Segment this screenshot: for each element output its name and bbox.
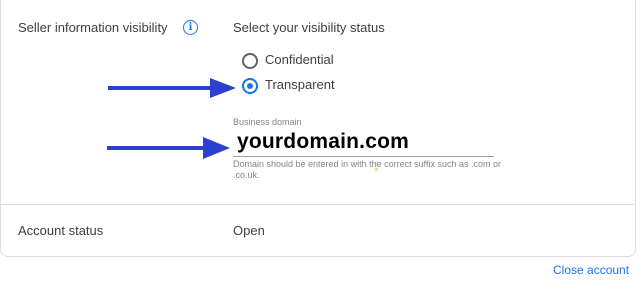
account-status-value: Open [233,223,265,238]
business-domain-helper-text: Domain should be entered in with the cor… [233,159,501,180]
seller-visibility-label: Seller information visibility [18,20,168,35]
annotation-arrow-icon [107,137,230,159]
row-divider [0,204,634,205]
info-icon[interactable]: i [183,20,198,35]
radio-label-transparent[interactable]: Transparent [265,77,335,92]
annotation-arrow-icon [108,78,236,98]
radio-button-transparent[interactable] [242,78,258,94]
business-domain-input[interactable]: yourdomain.com [237,130,409,154]
radio-label-confidential[interactable]: Confidential [265,52,334,67]
business-domain-underline [233,156,494,157]
close-account-link[interactable]: Close account [553,263,629,277]
visibility-heading: Select your visibility status [233,20,385,35]
account-status-label: Account status [18,223,104,238]
business-domain-label: Business domain [233,117,302,127]
seller-settings-card [0,0,636,257]
highlight-dot [375,168,378,171]
radio-button-confidential[interactable] [242,53,258,69]
